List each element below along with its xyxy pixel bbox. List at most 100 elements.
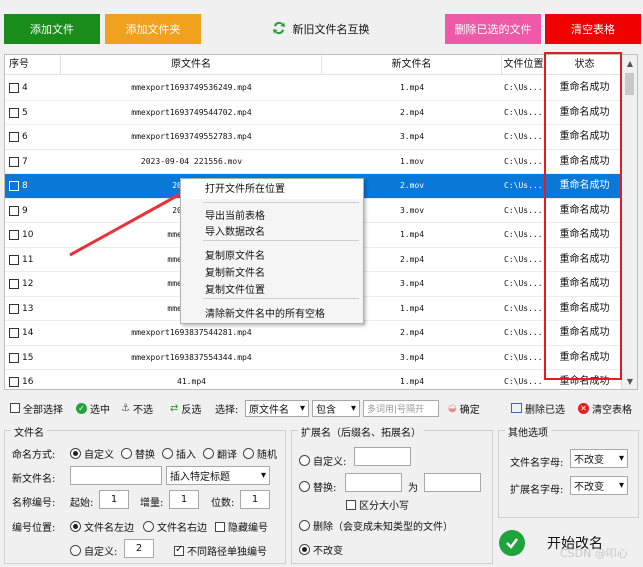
menu-copy-new-name[interactable]: 复制新文件名 (205, 264, 265, 279)
ext-delete-radio[interactable]: 删除（会变成未知类型的文件） (299, 518, 453, 533)
start-input[interactable]: 1 (99, 490, 129, 509)
col-header-original-name[interactable]: 原文件名 (61, 55, 322, 75)
select-label: 选择: (215, 404, 239, 416)
ext-custom-input[interactable] (354, 447, 411, 466)
check-button[interactable]: ✓ 选中 (76, 397, 110, 419)
row-checkbox[interactable] (9, 254, 19, 265)
vertical-scrollbar[interactable]: ▲ ▼ (621, 55, 637, 389)
keyword-input-placeholder: 多词用|号隔开 (363, 399, 439, 417)
clear-table-bar-label: 清空表格 (592, 404, 632, 416)
col-header-status[interactable]: 状态 (546, 55, 623, 75)
scroll-down-icon[interactable]: ▼ (622, 373, 637, 389)
confirm-button[interactable]: ◒ 确定 (448, 397, 480, 419)
new-name-cell: 1.mov (399, 156, 425, 166)
name-case-select[interactable]: 不改变 ▾ (570, 449, 628, 468)
radio-icon (299, 544, 310, 555)
new-name-cell: 3.mp4 (399, 132, 425, 141)
table-row[interactable]: 16 41.mp4 1.mp4 C:\Us... 重命名成功 (5, 370, 623, 389)
menu-open-file-location[interactable]: 打开文件所在位置 (181, 180, 363, 199)
menu-import-rename[interactable]: 导入数据改名 (205, 223, 265, 238)
ext-custom-radio[interactable]: 自定义: (299, 453, 346, 468)
table-row[interactable]: 4 mmexport1693749536249.mp4 1.mp4 C:\Us... 重… (5, 76, 623, 101)
field-select[interactable]: 原文件名 ▾ (245, 397, 309, 419)
add-folder-button[interactable]: 添加文件夹 (105, 14, 201, 44)
menu-copy-location[interactable]: 复制文件位置 (205, 281, 265, 296)
mode-translate-radio[interactable]: 翻译 (203, 446, 237, 461)
mode-replace-radio[interactable]: 替换 (121, 446, 155, 461)
status-cell: 重命名成功 (559, 278, 610, 289)
uncheck-button[interactable]: ⚓ 不选 (121, 397, 153, 419)
row-checkbox[interactable] (9, 132, 19, 142)
row-checkbox[interactable] (9, 230, 19, 240)
select-all-checkbox[interactable]: 全部选择 (10, 397, 63, 419)
ext-unchanged-radio[interactable]: 不改变 (299, 542, 343, 557)
row-checkbox[interactable] (9, 156, 19, 167)
swap-names-button[interactable]: 新旧文件名互换 (268, 14, 372, 44)
invert-button[interactable]: ⇄ 反选 (170, 397, 201, 419)
step-input[interactable]: 1 (169, 490, 199, 509)
table-row[interactable]: 6 mmexport1693749552783.mp4 3.mp4 C:\Us... 重… (5, 125, 623, 150)
swap-icon (271, 20, 287, 39)
row-checkbox[interactable] (9, 205, 19, 216)
row-checkbox[interactable] (9, 303, 19, 314)
row-checkbox[interactable] (9, 107, 19, 118)
clear-table-bar-button[interactable]: ✕ 清空表格 (578, 397, 632, 419)
ext-replace-from-input[interactable] (345, 473, 402, 492)
mode-random-radio[interactable]: 随机 (243, 446, 277, 461)
table-row[interactable]: 7 2023-09-04 221556.mov 1.mov C:\Us... 重命名成功 (5, 150, 623, 174)
hide-number-checkbox[interactable]: 隐藏编号 (215, 519, 268, 534)
col-header-location[interactable]: 文件位置 (502, 55, 546, 75)
separate-path-checkbox[interactable]: 不同路径单独编号 (174, 543, 267, 558)
delete-checked-button[interactable]: 删除已选 (511, 397, 565, 419)
pos-left-radio[interactable]: 文件名左边 (70, 519, 134, 534)
location-cell: C:\Us... (504, 254, 543, 264)
row-checkbox[interactable] (9, 328, 19, 338)
custom-pos-input[interactable]: 2 (124, 539, 154, 558)
scroll-up-icon[interactable]: ▲ (622, 55, 637, 71)
scroll-thumb[interactable] (625, 73, 634, 95)
menu-export-table[interactable]: 导出当前表格 (205, 207, 265, 222)
ext-case-select[interactable]: 不改变 ▾ (570, 476, 628, 495)
ext-replace-to-input[interactable] (424, 473, 481, 492)
row-number: 16 (22, 377, 34, 387)
chevron-down-icon: ▾ (350, 402, 356, 414)
radio-icon (299, 455, 310, 466)
row-number: 15 (22, 352, 34, 363)
ext-case-label: 扩展名字母: (510, 485, 564, 496)
check-circle-icon (499, 530, 525, 556)
delete-selected-files-button[interactable]: 删除已选的文件 (445, 14, 541, 44)
location-cell: C:\Us... (504, 132, 543, 141)
add-file-button[interactable]: 添加文件 (4, 14, 100, 44)
row-number-cell: 7 (9, 150, 61, 174)
row-checkbox[interactable] (9, 181, 19, 191)
insert-tag-select[interactable]: 插入特定标题 ▾ (166, 466, 270, 485)
custom-pos-radio[interactable]: 自定义: (70, 543, 117, 558)
status-cell: 重命名成功 (559, 302, 610, 314)
ext-replace-radio[interactable]: 替换: (299, 479, 336, 494)
row-checkbox[interactable] (9, 83, 19, 93)
new-name-input[interactable] (70, 466, 162, 485)
digits-input[interactable]: 1 (240, 490, 270, 509)
ext-delete-label: 删除（会变成未知类型的文件） (313, 522, 453, 533)
mode-replace-label: 替换 (135, 450, 155, 461)
menu-clear-spaces[interactable]: 清除新文件名中的所有空格 (205, 305, 325, 320)
col-header-no[interactable]: 序号 (5, 55, 61, 75)
row-checkbox[interactable] (9, 279, 19, 289)
keyword-input[interactable]: 多词用|号隔开 (363, 397, 439, 419)
filename-group-title: 文件名 (11, 424, 47, 439)
mode-custom-radio[interactable]: 自定义 (70, 446, 114, 461)
mode-insert-radio[interactable]: 插入 (162, 446, 196, 461)
row-checkbox[interactable] (9, 377, 19, 387)
row-number-cell: 12 (9, 272, 61, 296)
table-row[interactable]: 5 mmexport1693749544702.mp4 2.mp4 C:\Us... 重… (5, 101, 623, 125)
location-cell: C:\Us... (504, 107, 543, 117)
table-row[interactable]: 15 mmexport1693837554344.mp4 3.mp4 C:\Us...… (5, 346, 623, 370)
table-row[interactable]: 14 mmexport1693837544281.mp4 2.mp4 C:\Us...… (5, 321, 623, 346)
clear-table-button[interactable]: 清空表格 (545, 14, 641, 44)
match-select[interactable]: 包含 ▾ (312, 397, 360, 419)
case-sensitive-checkbox[interactable]: 区分大小写 (346, 497, 409, 512)
menu-copy-original-name[interactable]: 复制原文件名 (205, 247, 265, 262)
row-checkbox[interactable] (9, 352, 19, 363)
col-header-new-name[interactable]: 新文件名 (322, 55, 502, 75)
pos-right-radio[interactable]: 文件名右边 (143, 519, 207, 534)
